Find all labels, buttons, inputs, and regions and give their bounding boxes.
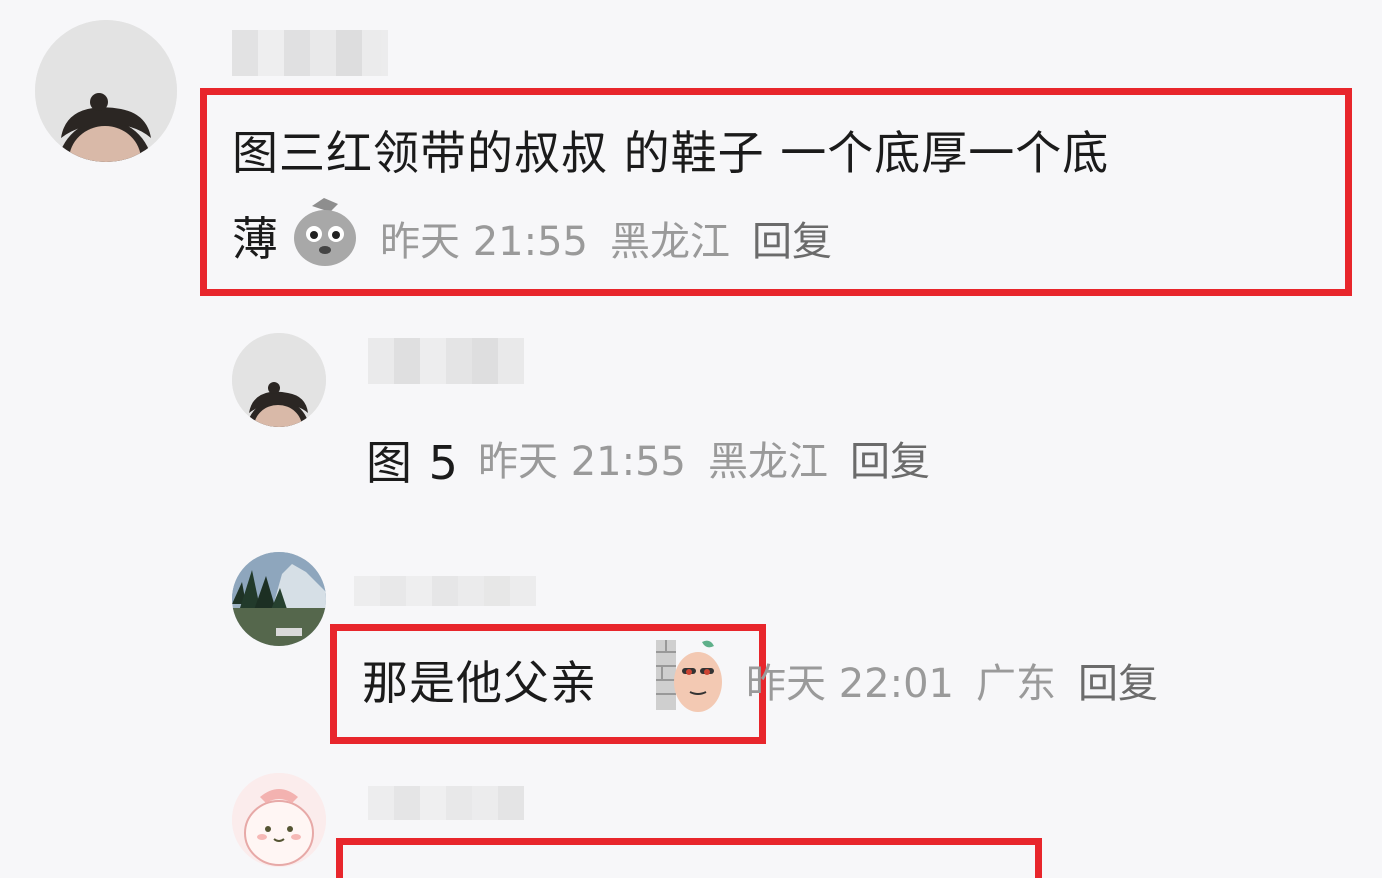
reply-button[interactable]: 回复	[850, 442, 930, 482]
comment-location: 广东	[976, 661, 1056, 707]
avatar[interactable]	[232, 333, 326, 427]
avatar[interactable]	[232, 552, 326, 646]
comment-time: 昨天 21:55	[380, 219, 588, 265]
username-blurred	[368, 786, 524, 820]
comment-location: 黑龙江	[708, 439, 828, 485]
reply-button[interactable]: 回复	[752, 222, 832, 262]
comment-time: 昨天 21:55	[478, 439, 686, 485]
comment-text: 图 5	[366, 436, 459, 490]
avatar[interactable]	[232, 773, 326, 867]
username-blurred	[354, 576, 536, 606]
comment-text-continued: 薄	[232, 212, 279, 266]
avatar[interactable]	[35, 20, 177, 162]
comment-location: 黑龙江	[610, 219, 730, 265]
comment-meta: 昨天 21:55 黑龙江 回复	[380, 222, 832, 262]
comment-meta: 昨天 21:55 黑龙江 回复	[478, 442, 930, 482]
username-blurred	[232, 30, 388, 76]
surprised-bag-emoji-icon	[290, 194, 360, 268]
reply-button[interactable]: 回复	[1078, 664, 1158, 704]
highlight-box	[336, 838, 1042, 878]
comment-text: 那是他父亲	[362, 656, 597, 710]
comment-time: 昨天 22:01	[746, 661, 954, 707]
username-blurred	[368, 338, 524, 384]
comment-text: 图三红领带的叔叔 的鞋子 一个底厚一个底	[232, 126, 1110, 180]
peeking-behind-wall-emoji-icon	[652, 636, 726, 712]
comment-meta: 昨天 22:01 广东 回复	[746, 664, 1158, 704]
